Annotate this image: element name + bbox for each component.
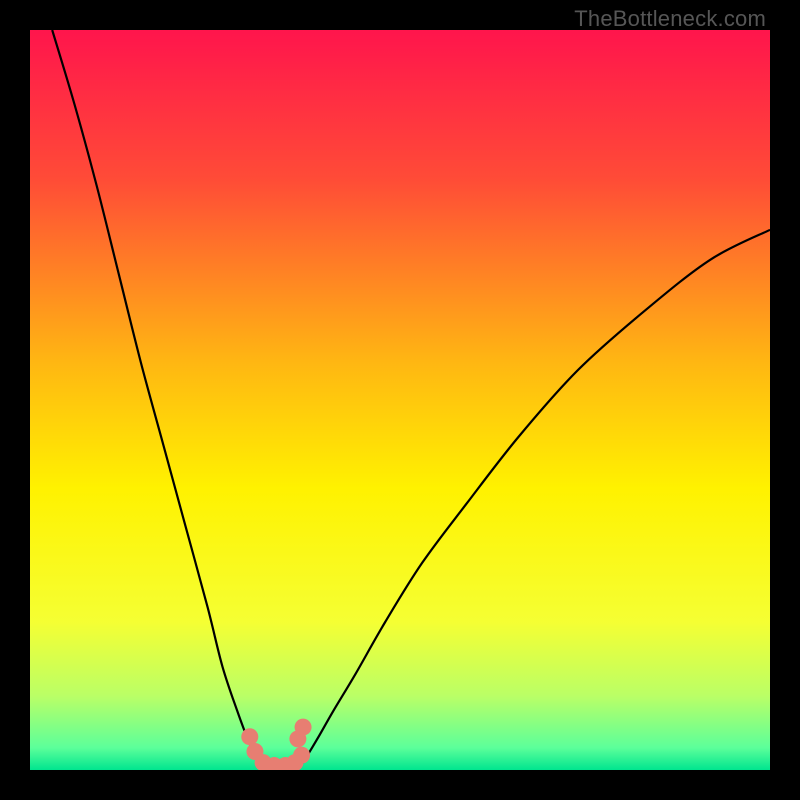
curve-layer: [30, 30, 770, 770]
trough-marker-dot: [241, 728, 258, 745]
curve-left: [52, 30, 261, 766]
trough-marker-dot: [293, 747, 310, 764]
trough-markers: [241, 719, 311, 770]
curve-right: [300, 230, 770, 767]
trough-marker-dot: [295, 719, 312, 736]
chart-frame: TheBottleneck.com: [0, 0, 800, 800]
watermark-text: TheBottleneck.com: [574, 6, 766, 32]
plot-area: [30, 30, 770, 770]
